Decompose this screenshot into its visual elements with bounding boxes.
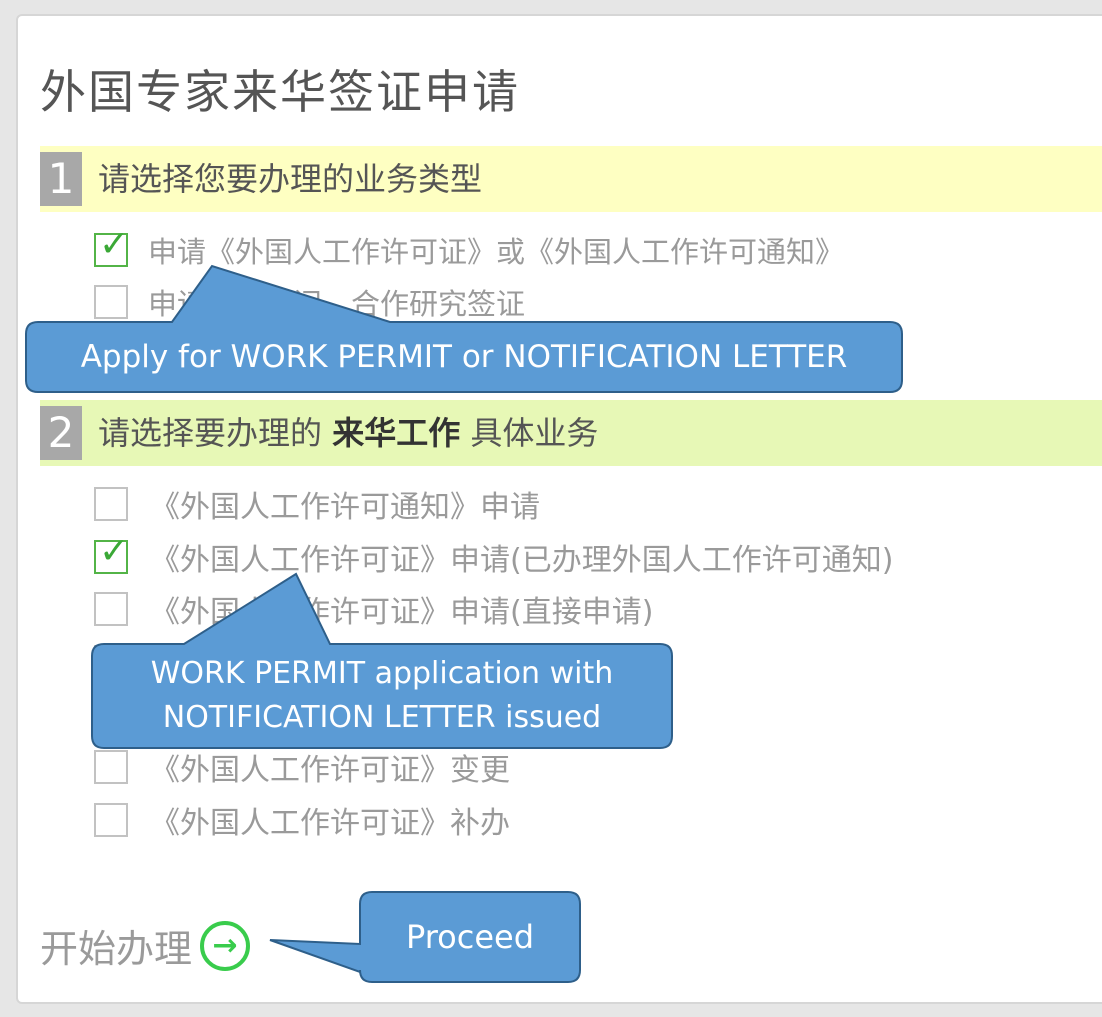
work-option-permit-with-letter[interactable]: ✓ 《外国人工作许可证》申请(已办理外国人工作许可通知) [94, 532, 894, 578]
section-2-title-prefix: 请选择要办理的 [98, 414, 323, 452]
section-2-title-suffix: 具体业务 [470, 414, 599, 452]
work-option-label: 《外国人工作许可证》申请(已办理外国人工作许可通知) [150, 543, 894, 578]
work-option-checkbox[interactable] [94, 592, 128, 626]
checkmark-icon: ✓ [99, 224, 130, 265]
page-title: 外国专家来华签证申请 [40, 65, 520, 119]
section-1-number: 1 [40, 152, 82, 206]
work-option-label: 《外国人工作许可证》注销 [150, 701, 510, 736]
work-option-permit-cancellation[interactable]: 《外国人工作许可证》注销 [94, 695, 510, 736]
work-option-label: 《外国人工作许可证》延期 [150, 648, 510, 683]
work-option-checkbox[interactable] [94, 645, 128, 679]
service-type-label: 申请《外国人工作许可证》或《外国人工作许可通知》 [148, 235, 845, 269]
work-option-label: 《外国人工作许可证》变更 [150, 753, 510, 788]
section-2-number: 2 [40, 406, 82, 460]
work-option-checkbox[interactable] [94, 803, 128, 837]
work-option-checkbox[interactable] [94, 698, 128, 732]
section-2-title: 请选择要办理的 来华工作 具体业务 [98, 412, 598, 454]
service-type-checkbox-1[interactable]: ✓ [94, 225, 129, 267]
work-option-permit-change[interactable]: 《外国人工作许可证》变更 [94, 747, 510, 788]
work-option-label: 《外国人工作许可通知》申请 [150, 490, 540, 525]
service-type-checkbox-2[interactable] [94, 285, 128, 319]
work-option-notification-letter[interactable]: 《外国人工作许可通知》申请 [94, 484, 540, 525]
checkmark-icon: ✓ [99, 531, 130, 572]
service-type-option-visit-research[interactable]: 申请来华访问、合作研究签证 [94, 282, 525, 322]
work-option-label: 《外国人工作许可证》补办 [150, 806, 510, 841]
work-option-checkbox[interactable] [94, 750, 128, 784]
section-2-title-bold: 来华工作 [332, 414, 461, 452]
work-option-permit-reissue[interactable]: 《外国人工作许可证》补办 [94, 800, 510, 841]
work-option-permit-direct[interactable]: 《外国人工作许可证》申请(直接申请) [94, 589, 654, 630]
work-option-permit-extension[interactable]: 《外国人工作许可证》延期 [94, 642, 510, 683]
proceed-button[interactable]: 开始办理 → [40, 918, 251, 973]
section-1-title: 请选择您要办理的业务类型 [98, 160, 483, 198]
section-2-header: 2 请选择要办理的 来华工作 具体业务 [40, 400, 1102, 466]
service-type-option-permit-or-notification[interactable]: ✓ 申请《外国人工作许可证》或《外国人工作许可通知》 [94, 225, 845, 270]
work-option-checkbox[interactable] [94, 487, 128, 521]
arrow-right-circle-icon[interactable]: → [200, 920, 251, 971]
work-option-label: 《外国人工作许可证》申请(直接申请) [150, 595, 654, 630]
work-option-checkbox[interactable]: ✓ [94, 532, 129, 574]
section-1-header: 1 请选择您要办理的业务类型 [40, 146, 1102, 212]
proceed-label: 开始办理 [40, 927, 193, 971]
service-type-label: 申请来华访问、合作研究签证 [148, 287, 526, 321]
